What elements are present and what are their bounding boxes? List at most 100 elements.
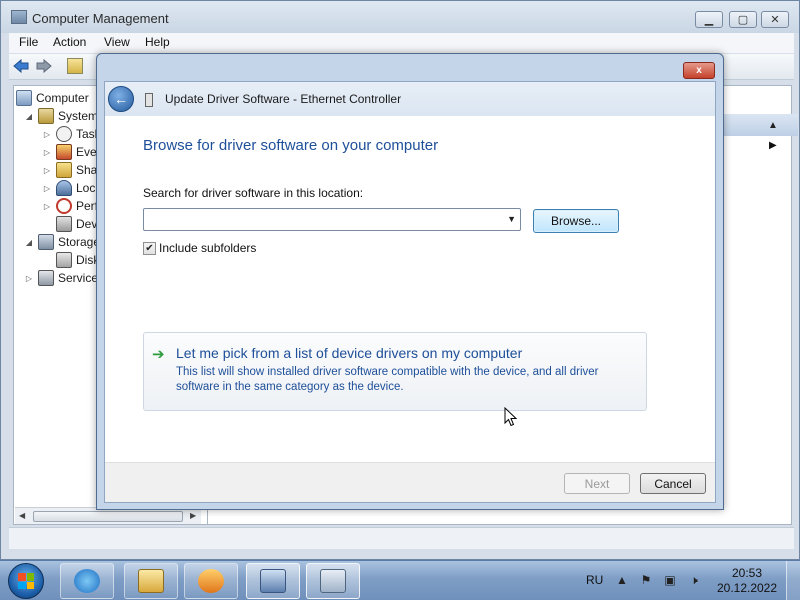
expand-arrow-icon[interactable]: ▷ bbox=[42, 184, 52, 193]
tree-item-computer[interactable]: Computer bbox=[16, 89, 89, 107]
include-subfolders-checkbox[interactable]: ✔ bbox=[143, 242, 156, 255]
collapse-up-icon[interactable]: ▲ bbox=[768, 120, 778, 131]
network-icon[interactable]: ▣ bbox=[662, 573, 678, 589]
driver-path-combobox[interactable]: ▼ bbox=[143, 208, 521, 231]
tree-item-performance[interactable]: ▷ Perf bbox=[42, 197, 98, 215]
scroll-thumb[interactable] bbox=[33, 511, 183, 522]
taskbar-internet-explorer[interactable] bbox=[60, 563, 114, 599]
storage-icon bbox=[38, 234, 54, 250]
tree-item-local-users[interactable]: ▷ Loc bbox=[42, 179, 95, 197]
tree-item-shared-folders[interactable]: ▷ Sha bbox=[42, 161, 97, 179]
language-indicator[interactable]: RU bbox=[586, 573, 603, 587]
window-title: Computer Management bbox=[32, 11, 169, 26]
clock[interactable]: 20:53 20.12.2022 bbox=[712, 566, 782, 596]
performance-icon bbox=[56, 198, 72, 214]
collapse-arrow-icon[interactable]: ◢ bbox=[24, 112, 34, 121]
tree-item-storage[interactable]: ◢ Storage bbox=[24, 233, 100, 251]
more-actions-arrow-icon[interactable]: ▶ bbox=[769, 140, 777, 151]
search-location-label: Search for driver software in this locat… bbox=[143, 186, 364, 200]
tree-item-label: Dev bbox=[76, 217, 98, 231]
tree-item-task-scheduler[interactable]: ▷ Task bbox=[42, 125, 101, 143]
internet-explorer-icon bbox=[74, 569, 100, 593]
scroll-right-icon[interactable]: ▶ bbox=[190, 511, 196, 520]
menu-action[interactable]: Action bbox=[53, 35, 86, 49]
tree-item-label: Loc bbox=[76, 181, 96, 195]
minimize-button[interactable]: ▁ bbox=[695, 11, 723, 28]
close-button[interactable]: ✕ bbox=[761, 11, 789, 28]
event-viewer-icon bbox=[56, 144, 72, 160]
pick-from-list-link[interactable]: ➔ Let me pick from a list of device driv… bbox=[143, 332, 647, 411]
media-player-icon bbox=[198, 569, 224, 593]
start-button[interactable] bbox=[8, 563, 44, 599]
menu-file[interactable]: File bbox=[19, 35, 38, 49]
action-center-flag-icon[interactable]: ⚑ bbox=[638, 573, 654, 589]
status-bar bbox=[9, 527, 794, 549]
cancel-button[interactable]: Cancel bbox=[640, 473, 706, 494]
menu-view[interactable]: View bbox=[104, 35, 130, 49]
tools-icon bbox=[38, 108, 54, 124]
back-arrow-icon[interactable] bbox=[13, 59, 29, 73]
expand-arrow-icon[interactable]: ▷ bbox=[24, 274, 34, 283]
taskbar-computer-management[interactable] bbox=[246, 563, 300, 599]
taskbar-windows-explorer[interactable] bbox=[124, 563, 178, 599]
tree-item-system-tools[interactable]: ◢ System bbox=[24, 107, 98, 125]
taskbar-media-player[interactable] bbox=[184, 563, 238, 599]
taskbar-update-driver-dialog[interactable] bbox=[306, 563, 360, 599]
collapse-arrow-icon[interactable]: ◢ bbox=[24, 238, 34, 247]
menu-bar: File Action View Help bbox=[9, 33, 794, 53]
page-heading: Browse for driver software on your compu… bbox=[143, 137, 439, 154]
up-folder-icon[interactable] bbox=[67, 58, 83, 74]
tree-item-event-viewer[interactable]: ▷ Even bbox=[42, 143, 103, 161]
actions-header[interactable] bbox=[723, 114, 798, 136]
volume-muted-icon[interactable]: 🕨 bbox=[686, 573, 702, 589]
tree-item-label: Perf bbox=[76, 199, 99, 213]
dialog-content: ← Update Driver Software - Ethernet Cont… bbox=[104, 81, 716, 503]
update-driver-dialog: x ← Update Driver Software - Ethernet Co… bbox=[96, 53, 724, 510]
back-button[interactable]: ← bbox=[108, 86, 134, 112]
computer-icon bbox=[16, 90, 32, 106]
users-icon bbox=[56, 180, 72, 196]
tree-item-label: Computer bbox=[36, 91, 89, 105]
include-subfolders-label[interactable]: Include subfolders bbox=[159, 241, 256, 255]
clock-icon bbox=[56, 126, 72, 142]
maximize-button[interactable]: ▢ bbox=[729, 11, 757, 28]
device-dialog-icon bbox=[320, 569, 346, 593]
tree-item-device-manager[interactable]: Dev bbox=[56, 215, 97, 233]
windows-logo-icon bbox=[18, 573, 34, 589]
scroll-left-icon[interactable]: ◀ bbox=[19, 511, 25, 520]
next-button[interactable]: Next bbox=[564, 473, 630, 494]
forward-arrow-icon[interactable] bbox=[36, 59, 52, 73]
clock-time: 20:53 bbox=[731, 566, 763, 580]
computer-management-icon bbox=[11, 10, 27, 24]
expand-arrow-icon[interactable]: ▷ bbox=[42, 202, 52, 211]
menu-help[interactable]: Help bbox=[145, 35, 170, 49]
dialog-close-button[interactable]: x bbox=[683, 62, 715, 79]
disk-icon bbox=[56, 252, 72, 268]
clock-date: 20.12.2022 bbox=[716, 581, 778, 595]
dialog-footer: Next Cancel bbox=[105, 462, 715, 502]
dialog-header: ← Update Driver Software - Ethernet Cont… bbox=[105, 82, 715, 116]
device-manager-icon bbox=[56, 216, 72, 232]
show-hidden-icons-icon[interactable]: ▲ bbox=[614, 573, 630, 589]
shared-folder-icon bbox=[56, 162, 72, 178]
expand-arrow-icon[interactable]: ▷ bbox=[42, 148, 52, 157]
driver-path-input[interactable] bbox=[146, 211, 496, 228]
browse-button[interactable]: Browse... bbox=[533, 209, 619, 233]
expand-arrow-icon[interactable]: ▷ bbox=[42, 166, 52, 175]
device-icon bbox=[145, 93, 153, 107]
services-icon bbox=[38, 270, 54, 286]
show-desktop-button[interactable] bbox=[786, 561, 800, 600]
windows-explorer-icon bbox=[138, 569, 164, 593]
window-titlebar[interactable]: Computer Management ▁ ▢ ✕ bbox=[1, 1, 799, 33]
tree-item-disk-management[interactable]: Disk bbox=[56, 251, 99, 269]
dropdown-arrow-icon[interactable]: ▼ bbox=[507, 214, 516, 224]
expand-arrow-icon[interactable]: ▷ bbox=[42, 130, 52, 139]
pick-from-list-description: This list will show installed driver sof… bbox=[176, 366, 599, 393]
dialog-title: Update Driver Software - Ethernet Contro… bbox=[165, 92, 402, 106]
tree-item-services[interactable]: ▷ Services bbox=[24, 269, 104, 287]
tree-item-label: Storage bbox=[58, 235, 101, 249]
taskbar: RU ▲ ⚑ ▣ 🕨 20:53 20.12.2022 bbox=[0, 560, 800, 600]
tree-item-label: System bbox=[58, 109, 99, 123]
green-arrow-icon: ➔ bbox=[152, 346, 165, 363]
pick-from-list-title: Let me pick from a list of device driver… bbox=[176, 345, 523, 361]
